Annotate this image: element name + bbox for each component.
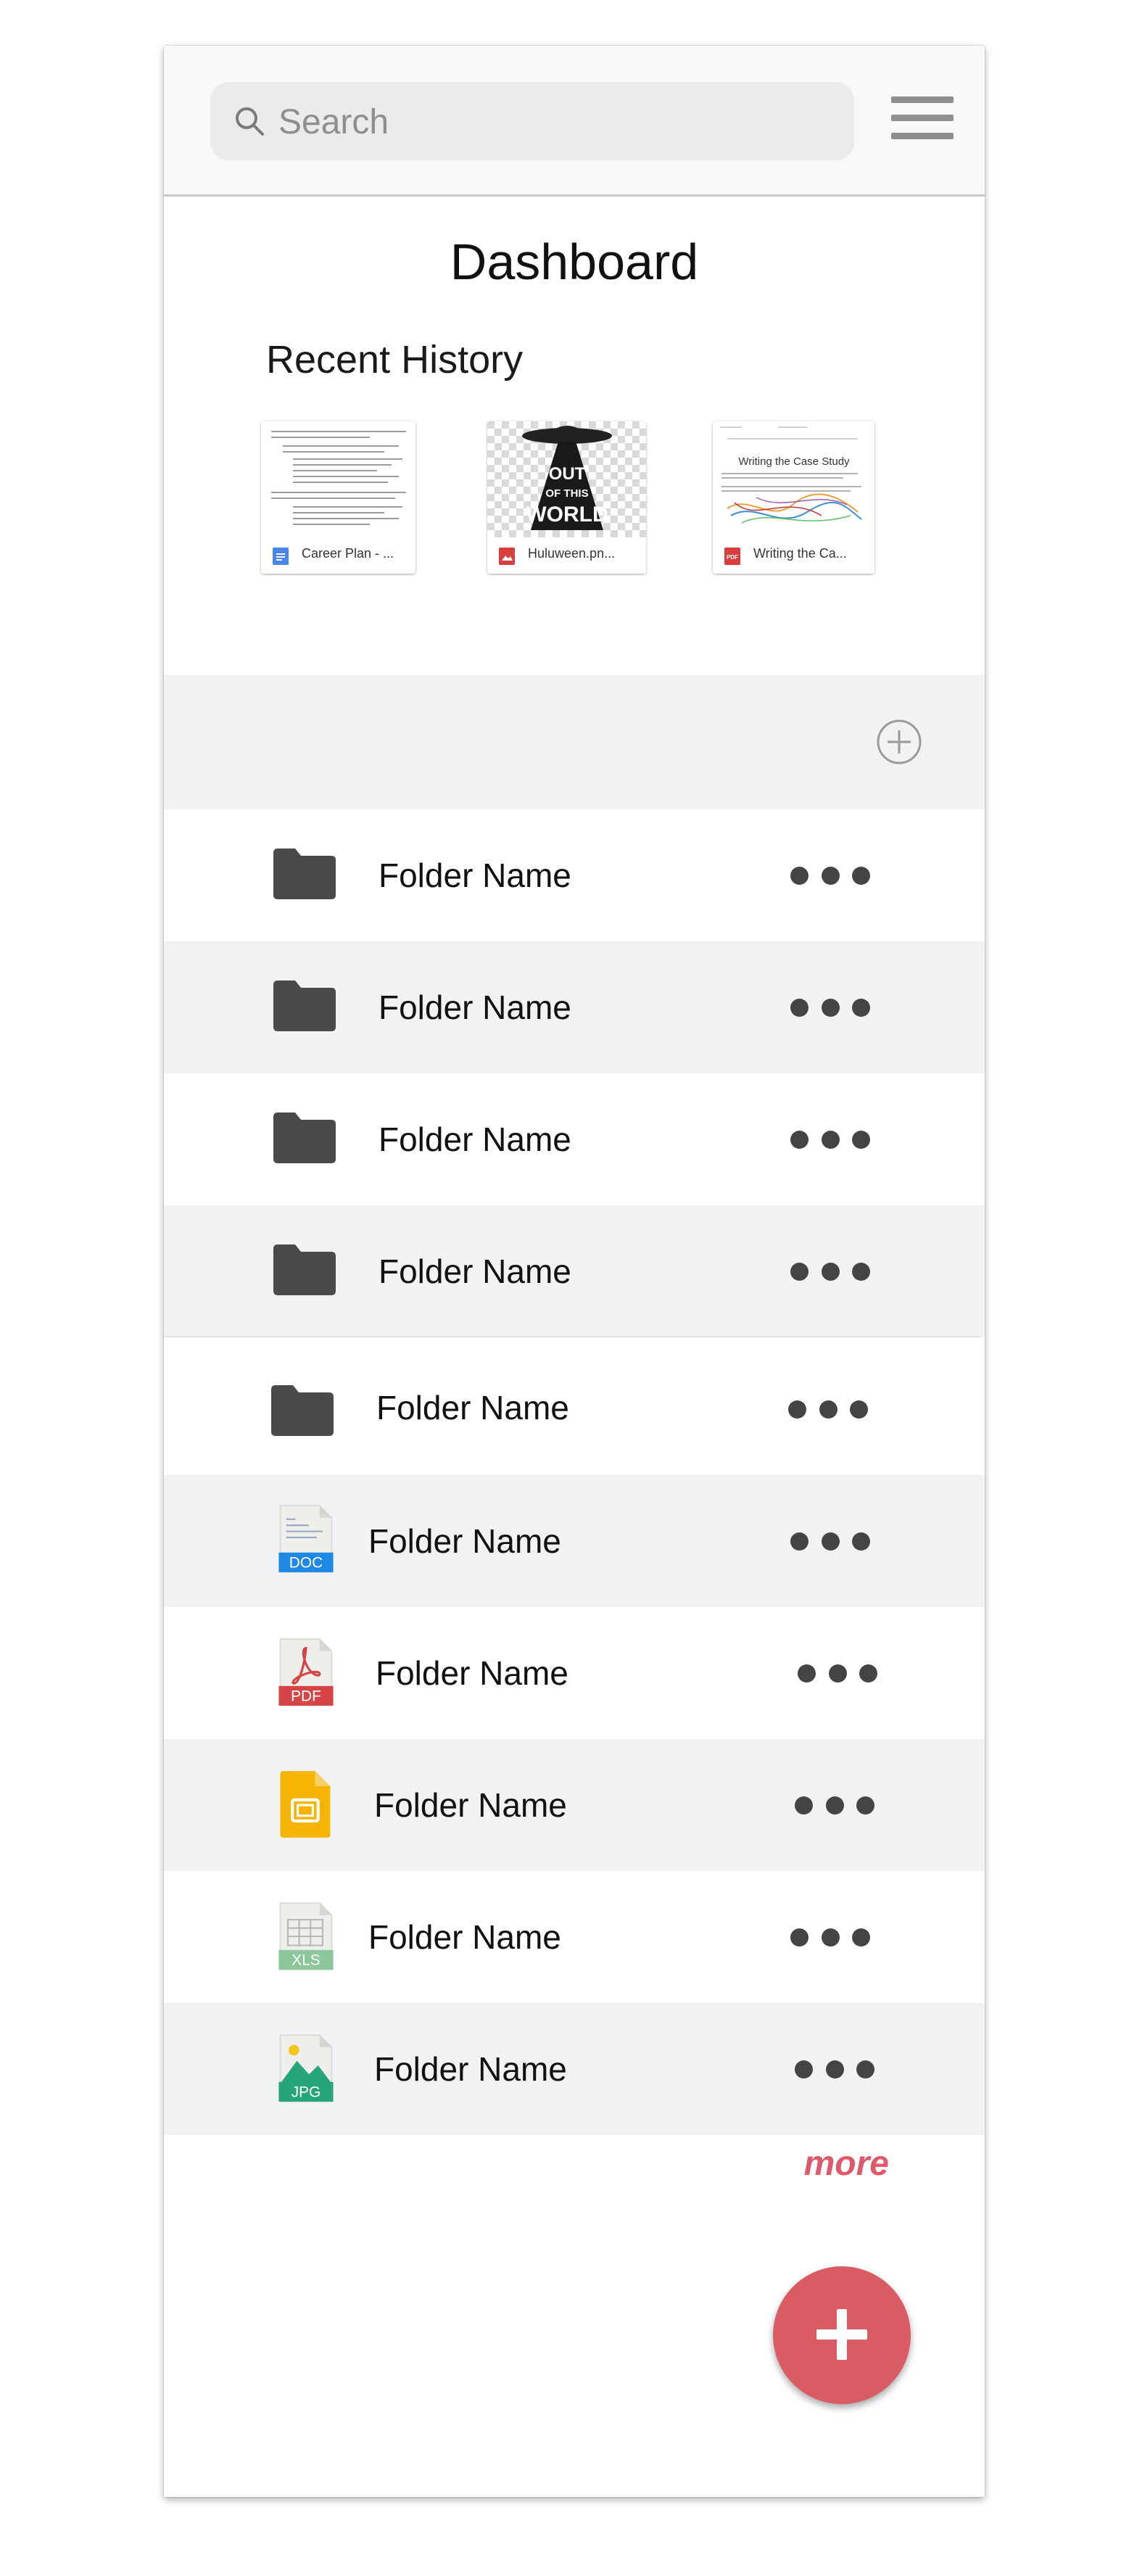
pdf-badge-text: PDF xyxy=(291,1688,321,1705)
jpg-file-icon: JPG xyxy=(278,2034,334,2102)
xls-badge-text: XLS xyxy=(291,1952,320,1969)
recent-item-writing-case-study[interactable]: Writing the Case Study PDF Writing the C… xyxy=(713,421,874,574)
item-name: Folder Name xyxy=(368,1522,561,1560)
item-name: Folder Name xyxy=(379,856,571,894)
item-name: Folder Name xyxy=(376,1654,568,1692)
jpg-badge-text: JPG xyxy=(291,2084,321,2101)
list-item[interactable]: XLS Folder Name xyxy=(164,1871,985,2003)
folder-icon xyxy=(273,981,336,1031)
list-item-selected[interactable]: Folder Name xyxy=(164,1337,982,1475)
more-options-icon[interactable] xyxy=(790,1253,870,1289)
add-circle-icon[interactable] xyxy=(876,719,922,765)
list-item[interactable]: Folder Name xyxy=(164,1205,985,1337)
folder-icon xyxy=(271,1385,334,1436)
more-options-icon[interactable] xyxy=(798,1655,877,1691)
hamburger-menu-icon[interactable] xyxy=(891,96,954,140)
item-name: Folder Name xyxy=(368,1918,561,1956)
preview-word-3: WORLD xyxy=(526,503,608,527)
more-options-icon[interactable] xyxy=(790,1121,870,1157)
xls-file-icon: XLS xyxy=(278,1902,334,1970)
search-icon xyxy=(236,107,264,136)
more-options-icon[interactable] xyxy=(790,1919,870,1955)
doc-file-icon: DOC xyxy=(278,1505,334,1573)
more-options-icon[interactable] xyxy=(788,1391,868,1427)
list-item[interactable]: Folder Name xyxy=(164,809,985,941)
more-options-icon[interactable] xyxy=(795,2051,874,2087)
folder-icon xyxy=(273,849,336,899)
recent-item-label: Writing the Ca... xyxy=(753,546,847,561)
recent-item-career-plan[interactable]: Career Plan - ... xyxy=(261,421,415,574)
more-options-icon[interactable] xyxy=(790,989,870,1025)
google-doc-icon xyxy=(273,548,289,565)
recent-item-huluween[interactable]: OUT OF THIS WORLD Huluween.pn... xyxy=(487,421,646,574)
item-name: Folder Name xyxy=(379,1120,571,1158)
page-title: Dashboard xyxy=(450,234,699,290)
recent-item-label: Huluween.pn... xyxy=(528,546,616,561)
more-options-icon[interactable] xyxy=(790,1523,870,1559)
preview-word-1: OUT xyxy=(549,464,586,484)
item-name: Folder Name xyxy=(374,1786,567,1824)
list-item[interactable]: Folder Name xyxy=(164,941,985,1073)
folder-icon xyxy=(273,1112,336,1163)
top-bar xyxy=(164,46,985,197)
list-item[interactable]: Folder Name xyxy=(164,1739,985,1871)
recent-history-title: Recent History xyxy=(266,338,524,381)
item-name: Folder Name xyxy=(379,988,571,1026)
phone-frame: Dashboard Recent History Career Plan - .… xyxy=(164,46,985,2497)
doc-badge-text: DOC xyxy=(289,1555,323,1572)
recent-item-label: Career Plan - ... xyxy=(302,546,394,561)
document-preview xyxy=(271,431,406,525)
slides-file-icon xyxy=(280,1771,331,1838)
svg-text:PDF: PDF xyxy=(727,554,738,561)
list-item[interactable]: Folder Name xyxy=(164,1073,985,1205)
preview-word-2: OF THIS xyxy=(545,487,588,500)
list-item[interactable]: JPG Folder Name xyxy=(164,2003,985,2135)
pdf-file-icon: PDF xyxy=(724,548,740,565)
list-header xyxy=(164,675,985,809)
pdf-file-icon: PDF xyxy=(278,1638,334,1706)
search-input[interactable] xyxy=(277,95,831,149)
list-item[interactable]: DOC Folder Name xyxy=(164,1475,985,1607)
folder-icon xyxy=(273,1244,336,1295)
add-fab-button[interactable] xyxy=(773,2266,911,2404)
list-item[interactable]: PDF Folder Name xyxy=(164,1607,985,1739)
item-name: Folder Name xyxy=(379,1252,571,1290)
image-file-icon xyxy=(499,548,515,565)
item-name: Folder Name xyxy=(374,2050,567,2088)
more-options-icon[interactable] xyxy=(790,857,870,893)
more-link[interactable]: more xyxy=(802,2144,889,2184)
item-name: Folder Name xyxy=(376,1389,569,1427)
more-options-icon[interactable] xyxy=(795,1787,874,1823)
search-bar[interactable] xyxy=(210,82,854,160)
pdf-preview-heading: Writing the Case Study xyxy=(738,455,850,468)
